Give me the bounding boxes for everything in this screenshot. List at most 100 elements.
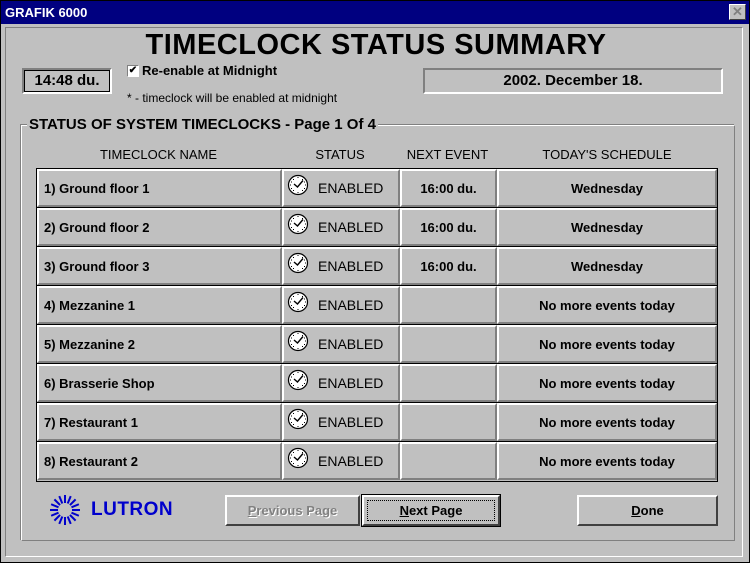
- schedule: No more events today: [539, 336, 675, 352]
- timeclock-name-cell[interactable]: 7) Restaurant 1: [37, 403, 282, 441]
- status-cell[interactable]: ENABLED: [282, 364, 400, 402]
- timeclock-name-cell[interactable]: 3) Ground floor 3: [37, 247, 282, 285]
- clock-icon: [287, 408, 309, 430]
- status-cell[interactable]: ENABLED: [282, 169, 400, 207]
- schedule: No more events today: [539, 375, 675, 391]
- status-cell[interactable]: ENABLED: [282, 325, 400, 363]
- status-cell[interactable]: ENABLED: [282, 442, 400, 480]
- status-text: ENABLED: [318, 453, 384, 469]
- close-button[interactable]: ✕: [729, 4, 746, 20]
- timeclock-name-cell[interactable]: 8) Restaurant 2: [37, 442, 282, 480]
- clock-icon: [287, 447, 309, 469]
- next-event-cell[interactable]: 16:00 du.: [400, 169, 497, 207]
- clock-icon: [287, 252, 309, 274]
- schedule: Wednesday: [570, 180, 643, 196]
- status-cell[interactable]: ENABLED: [282, 208, 400, 246]
- done-button[interactable]: Done: [577, 495, 718, 526]
- table-row[interactable]: 6) Brasserie Shop ENABLED No more events…: [37, 364, 717, 403]
- table-row[interactable]: 3) Ground floor 3 ENABLED 16:00 du. Wedn…: [37, 247, 717, 286]
- sunburst-ray: [53, 498, 61, 506]
- reenable-checkbox-row[interactable]: ✔ Re-enable at Midnight: [127, 63, 277, 78]
- timeclock-name-cell[interactable]: 6) Brasserie Shop: [37, 364, 282, 402]
- schedule-cell[interactable]: Wednesday: [497, 169, 717, 207]
- table-row[interactable]: 1) Ground floor 1 ENABLED 16:00 du. Wedn…: [37, 169, 717, 208]
- timeclock-name-cell[interactable]: 1) Ground floor 1: [37, 169, 282, 207]
- reenable-checkbox[interactable]: ✔: [127, 64, 139, 77]
- col-header-name: TIMECLOCK NAME: [99, 147, 217, 162]
- schedule-cell[interactable]: No more events today: [497, 403, 717, 441]
- sunburst-ray: [69, 514, 77, 522]
- next-event-cell[interactable]: [400, 364, 497, 402]
- status-text: ENABLED: [318, 258, 384, 274]
- check-icon: ✔: [128, 64, 138, 76]
- schedule-cell[interactable]: No more events today: [497, 325, 717, 363]
- next-event-cell[interactable]: [400, 286, 497, 324]
- table-row[interactable]: 8) Restaurant 2 ENABLED No more events t…: [37, 442, 717, 481]
- next-page-button[interactable]: Next Page: [361, 494, 501, 527]
- clock-icon: [287, 213, 309, 235]
- next-event-cell[interactable]: 16:00 du.: [400, 208, 497, 246]
- timeclock-name: 2) Ground floor 2: [44, 219, 150, 235]
- sunburst-ray: [66, 516, 72, 525]
- reenable-label: Re-enable at Midnight: [142, 63, 278, 78]
- focus-rect: [367, 500, 495, 521]
- timeclock-name-cell[interactable]: 5) Mezzanine 2: [37, 325, 282, 363]
- clock-icon: [287, 291, 309, 313]
- lutron-logo-text: LUTRON: [91, 499, 174, 520]
- col-header-status: STATUS: [315, 147, 365, 162]
- next-event-cell[interactable]: [400, 442, 497, 480]
- lutron-sunburst-icon: [50, 495, 80, 525]
- timeclock-name-cell[interactable]: 2) Ground floor 2: [37, 208, 282, 246]
- status-cell[interactable]: ENABLED: [282, 247, 400, 285]
- schedule: Wednesday: [570, 258, 643, 274]
- timeclock-name: 7) Restaurant 1: [44, 414, 138, 430]
- prev-label: revious Page: [256, 503, 338, 518]
- table-row[interactable]: 2) Ground floor 2 ENABLED 16:00 du. Wedn…: [37, 208, 717, 247]
- clock-icon: [287, 330, 309, 352]
- table-row[interactable]: 5) Mezzanine 2 ENABLED No more events to…: [37, 325, 717, 364]
- sunburst-ray: [53, 514, 61, 522]
- schedule-cell[interactable]: No more events today: [497, 364, 717, 402]
- close-icon: ✕: [732, 4, 743, 19]
- sunburst-ray: [50, 511, 59, 517]
- timeclock-name: 8) Restaurant 2: [44, 453, 138, 469]
- status-cell[interactable]: ENABLED: [282, 403, 400, 441]
- title-bar: GRAFIK 6000 ✕: [1, 1, 749, 24]
- done-label: one: [640, 503, 664, 518]
- table-row[interactable]: 4) Mezzanine 1 ENABLED No more events to…: [37, 286, 717, 325]
- timeclock-name-cell[interactable]: 4) Mezzanine 1: [37, 286, 282, 324]
- done-mnemonic: D: [631, 503, 641, 518]
- next-event-cell[interactable]: 16:00 du.: [400, 247, 497, 285]
- timeclock-name: 5) Mezzanine 2: [44, 336, 136, 352]
- status-text: ENABLED: [318, 336, 384, 352]
- window-title: GRAFIK 6000: [5, 5, 88, 20]
- sunburst-ray: [66, 495, 72, 504]
- page-title: TIMECLOCK STATUS SUMMARY: [145, 29, 607, 61]
- grafik-window: GRAFIK 6000 ✕ TIMECLOCK STATUS SUMMARY 1…: [0, 0, 750, 563]
- sunburst-ray: [69, 498, 77, 506]
- sunburst-ray: [50, 503, 59, 509]
- schedule-cell[interactable]: Wednesday: [497, 247, 717, 285]
- table-row[interactable]: 7) Restaurant 1 ENABLED No more events t…: [37, 403, 717, 442]
- schedule: No more events today: [539, 453, 675, 469]
- clock-icon: [287, 369, 309, 391]
- timeclock-name: 4) Mezzanine 1: [44, 297, 136, 313]
- next-event-cell[interactable]: [400, 403, 497, 441]
- schedule-cell[interactable]: Wednesday: [497, 208, 717, 246]
- status-cell[interactable]: ENABLED: [282, 286, 400, 324]
- next-event-cell[interactable]: [400, 325, 497, 363]
- current-date: 2002. December 18.: [423, 68, 723, 94]
- next-event: 16:00 du.: [420, 219, 477, 235]
- schedule: Wednesday: [570, 219, 643, 235]
- previous-page-button[interactable]: Previous Page: [225, 495, 360, 526]
- status-text: ENABLED: [318, 375, 384, 391]
- col-header-schedule: TODAY'S SCHEDULE: [542, 147, 672, 162]
- status-text: ENABLED: [318, 219, 384, 235]
- timeclock-name: 3) Ground floor 3: [44, 258, 150, 274]
- schedule: No more events today: [539, 414, 675, 430]
- midnight-note: * - timeclock will be enabled at midnigh…: [127, 91, 338, 105]
- schedule-cell[interactable]: No more events today: [497, 442, 717, 480]
- group-title: STATUS OF SYSTEM TIMECLOCKS - Page 1 Of …: [27, 116, 378, 133]
- sunburst-ray: [58, 495, 64, 504]
- schedule-cell[interactable]: No more events today: [497, 286, 717, 324]
